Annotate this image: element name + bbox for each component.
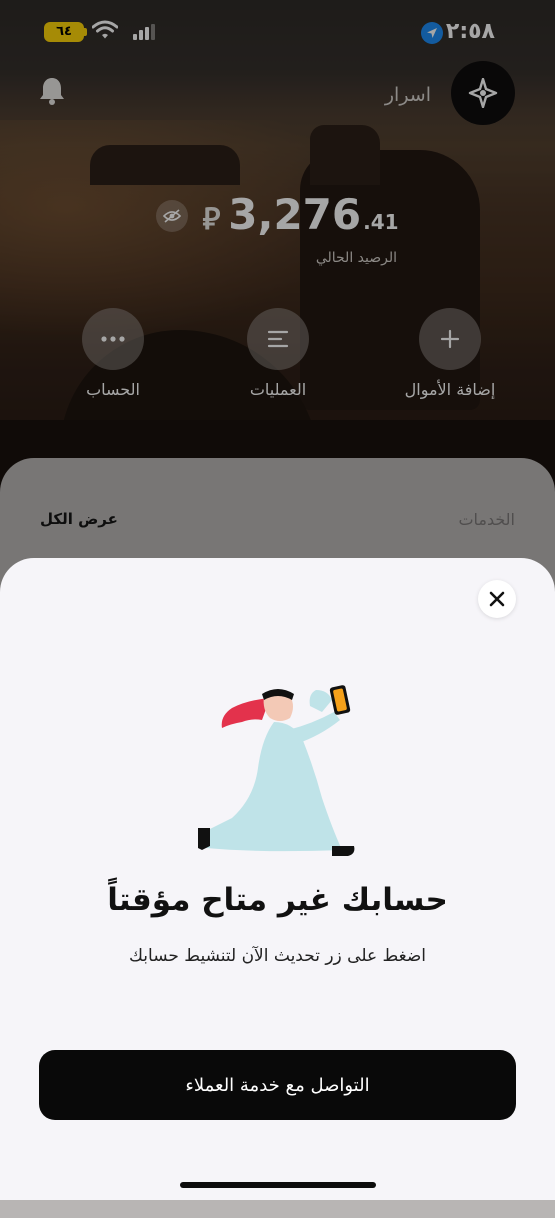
hide-balance-eye-icon[interactable] [156,200,189,232]
balance-amount: 3,276 [228,190,362,239]
close-icon [489,591,505,607]
services-title: الخدمات [458,510,515,529]
balance-label: الرصيد الحالي [315,250,397,266]
wifi-icon [91,20,119,44]
location-arrow-icon [421,22,443,44]
profile-avatar[interactable] [451,61,515,125]
person-holding-phone-illustration [198,685,355,856]
account-button[interactable]: الحساب [63,308,163,399]
battery-cap [84,28,87,36]
modal-subtitle: اضغط على زر تحديث الآن لتنشيط حسابك [128,946,427,966]
modal-title: حسابك غير متاح مؤقتاً [107,882,448,918]
more-icon [82,308,144,370]
status-bar: ٢:٥٨ ٦٤ [0,0,555,66]
brand-star-icon [468,78,498,108]
bell-icon[interactable] [38,76,66,110]
list-icon [247,308,309,370]
plus-icon [419,308,481,370]
account-unavailable-modal: حسابك غير متاح مؤقتاً اضغط على زر تحديث … [0,558,555,1200]
cellular-signal-icon [132,24,156,44]
balance-display: ⃁ 3,276 .41 [0,190,555,239]
currency-symbol: ⃁ [202,202,221,237]
status-time: ٢:٥٨ [445,19,495,44]
battery-indicator: ٦٤ [44,22,84,42]
account-label: الحساب [86,380,140,399]
view-all-link[interactable]: عرض الكل [40,510,118,528]
contact-support-button[interactable]: التواصل مع خدمة العملاء [39,1050,516,1120]
transactions-button[interactable]: العمليات [228,308,328,399]
add-funds-label: إضافة الأموال [404,380,496,399]
profile-name[interactable]: اسرار [385,84,431,106]
add-funds-button[interactable]: إضافة الأموال [400,308,500,399]
close-button[interactable] [478,580,516,618]
home-indicator[interactable] [180,1182,376,1188]
transactions-label: العمليات [249,380,307,399]
balance-decimals: .41 [363,210,399,234]
